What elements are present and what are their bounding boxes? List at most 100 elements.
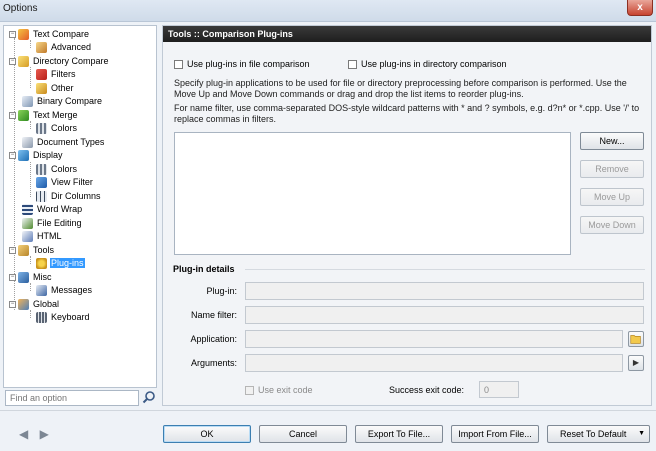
export-to-file-button[interactable]: Export To File...	[355, 425, 443, 443]
tree-item-view-filter[interactable]: View Filter	[36, 176, 94, 189]
divider	[245, 269, 645, 270]
tree-item-directory-compare[interactable]: − Directory Compare	[9, 55, 110, 68]
tree-item-tools[interactable]: − Tools	[9, 244, 55, 257]
tree-item-word-wrap[interactable]: Word Wrap	[22, 203, 83, 216]
tree-item-dir-columns[interactable]: Dir Columns	[36, 190, 102, 203]
cancel-button[interactable]: Cancel	[259, 425, 347, 443]
messages-icon	[36, 285, 47, 297]
window-title: Options	[3, 3, 38, 14]
tree-item-binary-compare[interactable]: Binary Compare	[22, 95, 103, 108]
collapse-icon[interactable]: −	[9, 152, 16, 160]
tree-line	[30, 256, 31, 264]
tree-item-label: Text Compare	[33, 29, 90, 40]
tree-item-filters[interactable]: Filters	[36, 68, 77, 81]
tree-item-label: Advanced	[51, 42, 92, 53]
tree-item-label: HTML	[37, 231, 62, 242]
ok-button[interactable]: OK	[163, 425, 251, 443]
tree-item-label: Directory Compare	[33, 56, 109, 67]
tree-item-label: Other	[51, 83, 74, 94]
window-body: − Text Compare Advanced − Directory Compar…	[0, 22, 656, 451]
tree-item-plug-ins[interactable]: Plug-ins	[36, 257, 85, 270]
collapse-icon[interactable]: −	[9, 247, 16, 255]
tree-item-label: Keyboard	[51, 312, 90, 323]
word-wrap-icon	[22, 204, 33, 216]
tree-line	[30, 162, 31, 197]
import-from-file-button[interactable]: Import From File...	[451, 425, 539, 443]
color-grid-icon	[36, 123, 47, 135]
use-plugins-dir-checkbox[interactable]: Use plug-ins in directory comparison	[348, 58, 507, 70]
tree-item-label: Filters	[51, 69, 76, 80]
tree-item-display-colors[interactable]: Colors	[36, 163, 78, 176]
gear-icon	[36, 258, 47, 270]
history-nav-arrows[interactable]: ◀ ▶	[19, 427, 53, 441]
tree-item-document-types[interactable]: Document Types	[22, 136, 105, 149]
tree-item-label: Dir Columns	[51, 191, 101, 202]
plugins-panel: Tools :: Comparison Plug-ins Use plug-in…	[162, 25, 652, 406]
find-option-input[interactable]	[5, 390, 139, 406]
tree-line	[30, 67, 31, 88]
browse-folder-button[interactable]	[628, 331, 644, 347]
monitor-icon	[18, 150, 29, 162]
tree-item-label: File Editing	[37, 218, 82, 229]
success-exit-code-label: Success exit code:	[389, 385, 465, 395]
arguments-menu-button[interactable]: ▶	[628, 355, 644, 371]
folder-compare-icon	[18, 56, 29, 68]
tree-line	[30, 121, 31, 129]
tree-item-file-editing[interactable]: File Editing	[22, 217, 83, 230]
checkbox-box[interactable]	[245, 386, 254, 396]
options-tree: − Text Compare Advanced − Directory Compar…	[3, 25, 157, 388]
columns-icon	[36, 191, 47, 203]
tree-item-keyboard[interactable]: Keyboard	[36, 311, 91, 324]
collapse-icon[interactable]: −	[9, 58, 16, 66]
move-up-button[interactable]: Move Up	[580, 188, 644, 206]
new-plugin-button[interactable]: New...	[580, 132, 644, 150]
keyboard-icon	[36, 312, 47, 324]
checkbox-box[interactable]	[174, 60, 183, 70]
tree-item-label: View Filter	[51, 177, 93, 188]
search-icon[interactable]	[142, 390, 156, 404]
tree-item-other[interactable]: Other	[36, 82, 75, 95]
tree-item-messages[interactable]: Messages	[36, 284, 93, 297]
folder-open-icon	[630, 335, 641, 344]
tree-item-merge-colors[interactable]: Colors	[36, 122, 78, 135]
name-filter-field[interactable]	[245, 306, 644, 324]
folder-icon	[36, 83, 47, 95]
remove-plugin-button[interactable]: Remove	[580, 160, 644, 178]
title-bar: Options x	[0, 0, 656, 22]
tree-item-global[interactable]: − Global	[9, 298, 60, 311]
checkbox-box[interactable]	[348, 60, 357, 70]
tree-item-advanced[interactable]: Advanced	[36, 41, 92, 54]
binary-file-icon	[22, 96, 33, 108]
plugin-field[interactable]	[245, 282, 644, 300]
tree-item-label: Display	[33, 150, 63, 161]
arguments-field[interactable]	[245, 354, 623, 372]
collapse-icon[interactable]: −	[9, 301, 16, 309]
color-grid-icon	[36, 164, 47, 176]
use-plugins-file-checkbox[interactable]: Use plug-ins in file comparison	[174, 58, 310, 70]
tree-item-html[interactable]: HTML	[22, 230, 63, 243]
tree-item-text-merge[interactable]: − Text Merge	[9, 109, 79, 122]
move-down-button[interactable]: Move Down	[580, 216, 644, 234]
plugin-details-title: Plug-in details	[173, 264, 235, 274]
application-field[interactable]	[245, 330, 623, 348]
success-exit-code-field[interactable]: 0	[479, 381, 519, 398]
reset-to-default-button[interactable]: Reset To Default ▼	[547, 425, 650, 443]
dropdown-arrow-icon[interactable]: ▼	[638, 426, 645, 442]
view-filter-icon	[36, 177, 47, 189]
reset-label: Reset To Default	[560, 429, 627, 439]
tree-item-text-compare[interactable]: − Text Compare	[9, 28, 90, 41]
collapse-icon[interactable]: −	[9, 31, 16, 39]
html-file-icon	[22, 231, 33, 243]
collapse-icon[interactable]: −	[9, 112, 16, 120]
plugins-list[interactable]	[174, 132, 571, 255]
use-exit-code-checkbox[interactable]: Use exit code	[245, 384, 313, 396]
wrench-icon	[18, 245, 29, 257]
file-edit-icon	[22, 218, 33, 230]
collapse-icon[interactable]: −	[9, 274, 16, 282]
tree-item-label: Messages	[51, 285, 93, 296]
tree-item-misc[interactable]: − Misc	[9, 271, 53, 284]
tree-item-display[interactable]: − Display	[9, 149, 64, 162]
panel-header: Tools :: Comparison Plug-ins	[163, 26, 651, 42]
close-button[interactable]: x	[627, 0, 653, 16]
tree-item-label: Word Wrap	[37, 204, 83, 215]
